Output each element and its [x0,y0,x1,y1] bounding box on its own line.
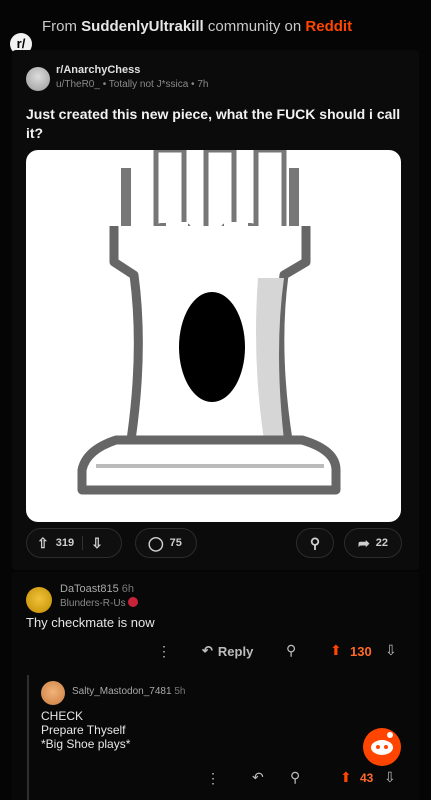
award-icon: ⚲ [309,534,321,551]
post-image[interactable] [26,150,401,522]
arrow-up-icon[interactable]: ⬆ [340,769,352,786]
share-header: r/ From SuddenlyUltrakill community on R… [0,8,431,55]
platform-name: Reddit [305,18,353,35]
arrow-down-icon[interactable]: ⇩ [91,535,103,552]
upvote-count: 319 [55,537,75,549]
arrow-down-icon[interactable]: ⇩ [384,769,396,786]
subreddit-avatar[interactable] [26,67,50,91]
flair-emoji-icon [127,597,138,607]
reply-arrow-icon[interactable]: ↶ [252,769,264,786]
more-vertical-icon[interactable]: ⋮ [206,770,220,787]
post-actions: ⇧ 319 ⇩ ◯ 75 ⚲ ➦ 22 [26,528,406,560]
more-vertical-icon[interactable]: ⋮ [157,643,171,660]
vote-separator [82,536,84,550]
arrow-up-icon[interactable]: ⬆ [330,642,342,659]
comment-line: CHECK [41,709,84,723]
comment-line: *Big Shoe plays* [41,737,131,751]
award-button[interactable]: ⚲ [296,528,334,558]
subreddit-name[interactable]: r/AnarchyChess [56,64,140,76]
comment-author[interactable]: Salty_Mastodon_7481 5h [72,686,185,697]
community-name[interactable]: SuddenlyUltrakill [81,18,204,35]
post-author-meta: u/TheR0_ • Totally not J*ssica • 7h [56,79,209,90]
comment-bubble-icon: ◯ [148,534,164,551]
app-frame: r/ From SuddenlyUltrakill community on R… [0,0,431,800]
arrow-down-icon[interactable]: ⇩ [385,642,397,659]
comment-score: 130 [350,644,372,659]
share-button[interactable]: ➦ 22 [344,528,402,558]
rook-piece-illustration [77,150,341,495]
avatar[interactable] [26,587,52,613]
comment-body: CHECK Prepare Thyself *Big Shoe plays* [41,709,130,751]
share-icon: ➦ [358,534,370,551]
snoo-eye [384,745,388,749]
snoo-antenna [387,732,393,738]
award-icon[interactable]: ⚲ [290,769,300,786]
snoo-eye [376,745,380,749]
reply-label: Reply [217,643,254,659]
comment-actions: ⋮ ↶ Reply ⚲ ⬆ 130 ⇩ [12,640,419,664]
arrow-up-icon[interactable]: ⇧ [37,535,49,552]
user-flair: Blunders-R-Us [60,597,138,609]
comments-button[interactable]: ◯ 75 [135,528,197,558]
comment-line: Prepare Thyself [41,723,126,737]
snoo-face [371,740,393,755]
comments-section: DaToast815 6h Blunders-R-Us Thy checkmat… [12,572,419,800]
share-count: 22 [375,537,388,549]
reply-button[interactable]: ↶ Reply [202,643,253,659]
comment-author[interactable]: DaToast815 6h [60,583,134,595]
vote-control: ⇧ 319 ⇩ [26,528,122,558]
post-card: r/AnarchyChess u/TheR0_ • Totally not J*… [12,50,419,570]
comment-body: Thy checkmate is now [26,615,155,630]
comment-actions: ⋮ ↶ ⚲ ⬆ 43 ⇩ [12,767,419,791]
reply-arrow-icon: ↶ [202,643,213,658]
comment-score: 43 [360,771,374,785]
avatar[interactable] [41,681,65,705]
award-icon[interactable]: ⚲ [286,642,296,659]
post-title[interactable]: Just created this new piece, what the FU… [26,105,406,143]
snoo-mascot-icon[interactable] [363,728,401,766]
comment-count: 75 [169,537,182,549]
source-line: From SuddenlyUltrakill community on Redd… [42,18,353,35]
